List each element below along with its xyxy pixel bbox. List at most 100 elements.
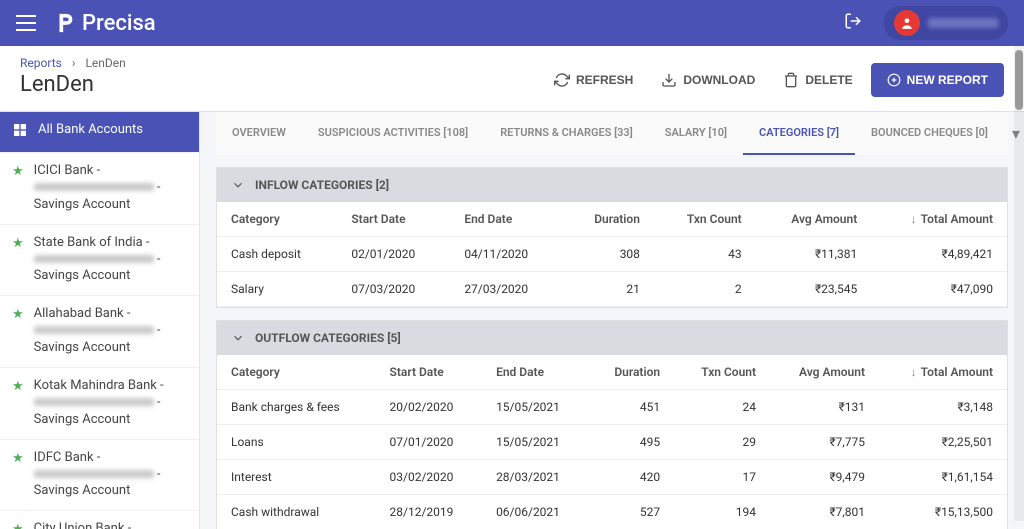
table-cell: 28/12/2019 — [376, 495, 483, 529]
table-cell: ₹2,25,501 — [879, 425, 1007, 460]
brand-logo[interactable]: Precisa — [54, 11, 156, 36]
table-header[interactable]: Category — [217, 355, 376, 390]
table-cell: 29 — [674, 425, 770, 460]
account-label: State Bank of India - - Savings Account — [34, 235, 187, 286]
table-cell: ₹3,148 — [879, 390, 1007, 425]
sidebar-item-account[interactable]: ★ Allahabad Bank - - Savings Account — [0, 296, 199, 368]
chevron-down-icon — [231, 331, 245, 345]
table-header[interactable]: ↓Total Amount — [871, 202, 1007, 237]
sidebar-item-account[interactable]: ★City Union Bank - — [0, 511, 199, 529]
refresh-button[interactable]: REFRESH — [544, 66, 643, 94]
scrollbar[interactable] — [1014, 46, 1024, 521]
table-header[interactable]: Start Date — [376, 355, 483, 390]
delete-button[interactable]: DELETE — [773, 66, 862, 94]
table-cell: 28/03/2021 — [482, 460, 589, 495]
table-header[interactable]: Txn Count — [654, 202, 756, 237]
sidebar-item-account[interactable]: ★ICICI Bank - - Savings Account — [0, 153, 199, 225]
new-report-button[interactable]: NEW REPORT — [871, 63, 1004, 97]
table-cell: 527 — [589, 495, 674, 529]
table-cell: 2 — [654, 272, 756, 307]
sidebar-item-all-accounts[interactable]: All Bank Accounts — [0, 112, 199, 153]
table-cell: 43 — [654, 237, 756, 272]
table-cell: ₹9,479 — [770, 460, 879, 495]
table-header[interactable]: End Date — [450, 202, 563, 237]
logout-icon[interactable] — [844, 12, 862, 34]
table-row[interactable]: Salary07/03/202027/03/2020212₹23,545₹47,… — [217, 272, 1007, 307]
table-header[interactable]: ↓Total Amount — [879, 355, 1007, 390]
table-cell: 420 — [589, 460, 674, 495]
inflow-section: INFLOW CATEGORIES [2] CategoryStart Date… — [216, 167, 1008, 308]
table-cell: Salary — [217, 272, 337, 307]
inflow-header[interactable]: INFLOW CATEGORIES [2] — [217, 168, 1007, 202]
tab[interactable]: OVERVIEW — [216, 112, 302, 155]
table-cell: Cash withdrawal — [217, 495, 376, 529]
breadcrumb: Reports › LenDen — [20, 56, 126, 70]
trash-icon — [783, 72, 799, 88]
table-header[interactable]: Txn Count — [674, 355, 770, 390]
download-button[interactable]: DOWNLOAD — [651, 66, 765, 94]
sort-desc-icon: ↓ — [911, 212, 917, 226]
table-row[interactable]: Bank charges & fees20/02/202015/05/20214… — [217, 390, 1007, 425]
table-cell: ₹15,13,500 — [879, 495, 1007, 529]
table-header[interactable]: Duration — [563, 202, 654, 237]
menu-icon[interactable] — [16, 15, 36, 31]
sidebar: All Bank Accounts ★ICICI Bank - - Saving… — [0, 112, 200, 529]
topbar: Precisa — [0, 0, 1024, 46]
sidebar-item-account[interactable]: ★Kotak Mahindra Bank - - Savings Account — [0, 368, 199, 440]
logo-icon — [54, 12, 76, 34]
table-row[interactable]: Cash withdrawal28/12/201906/06/202152719… — [217, 495, 1007, 529]
outflow-table: CategoryStart DateEnd DateDurationTxn Co… — [217, 355, 1007, 529]
account-label: Kotak Mahindra Bank - - Savings Account — [34, 378, 164, 429]
table-cell: ₹11,381 — [756, 237, 872, 272]
table-header[interactable]: Category — [217, 202, 337, 237]
table-cell: ₹1,61,154 — [879, 460, 1007, 495]
table-header[interactable]: Start Date — [337, 202, 450, 237]
tab[interactable]: BOUNCED CHEQUES [0] — [855, 112, 1004, 155]
table-cell: 194 — [674, 495, 770, 529]
table-cell: ₹7,801 — [770, 495, 879, 529]
table-cell: 03/02/2020 — [376, 460, 483, 495]
table-row[interactable]: Cash deposit02/01/202004/11/202030843₹11… — [217, 237, 1007, 272]
plus-circle-icon — [887, 73, 901, 87]
sidebar-item-account[interactable]: ★State Bank of India - - Savings Account — [0, 225, 199, 297]
table-cell: 07/01/2020 — [376, 425, 483, 460]
table-cell: 15/05/2021 — [482, 390, 589, 425]
main-content: OVERVIEWSUSPICIOUS ACTIVITIES [108]RETUR… — [200, 112, 1024, 529]
table-cell: 04/11/2020 — [450, 237, 563, 272]
table-cell: Loans — [217, 425, 376, 460]
sidebar-item-label: All Bank Accounts — [38, 122, 143, 139]
table-cell: 17 — [674, 460, 770, 495]
tab[interactable]: SALARY [10] — [649, 112, 743, 155]
account-label: City Union Bank - — [34, 521, 154, 529]
table-header[interactable]: Avg Amount — [770, 355, 879, 390]
account-label: Allahabad Bank - - Savings Account — [34, 306, 161, 357]
refresh-icon — [554, 72, 570, 88]
tab[interactable]: CATEGORIES [7] — [743, 112, 855, 155]
scrollbar-thumb[interactable] — [1015, 50, 1023, 110]
tab[interactable]: SUSPICIOUS ACTIVITIES [108] — [302, 112, 484, 155]
table-cell: 20/02/2020 — [376, 390, 483, 425]
tab[interactable]: RETURNS & CHARGES [33] — [484, 112, 649, 155]
table-header[interactable]: Duration — [589, 355, 674, 390]
outflow-header[interactable]: OUTFLOW CATEGORIES [5] — [217, 321, 1007, 355]
table-header[interactable]: End Date — [482, 355, 589, 390]
sidebar-item-account[interactable]: ★IDFC Bank - - Savings Account — [0, 440, 199, 512]
table-cell: Cash deposit — [217, 237, 337, 272]
table-cell: Bank charges & fees — [217, 390, 376, 425]
table-cell: 24 — [674, 390, 770, 425]
table-cell: 02/01/2020 — [337, 237, 450, 272]
user-chip[interactable] — [884, 6, 1008, 40]
grid-icon — [12, 122, 28, 142]
chevron-down-icon — [231, 178, 245, 192]
table-cell: ₹4,89,421 — [871, 237, 1007, 272]
brand-name: Precisa — [82, 11, 156, 36]
table-header[interactable]: Avg Amount — [756, 202, 872, 237]
tabs: OVERVIEWSUSPICIOUS ACTIVITIES [108]RETUR… — [216, 112, 1008, 155]
table-cell: 15/05/2021 — [482, 425, 589, 460]
avatar-icon — [894, 10, 920, 36]
breadcrumb-root[interactable]: Reports — [20, 56, 62, 70]
table-cell: ₹7,775 — [770, 425, 879, 460]
star-icon: ★ — [12, 307, 24, 322]
table-row[interactable]: Interest03/02/202028/03/202142017₹9,479₹… — [217, 460, 1007, 495]
table-row[interactable]: Loans07/01/202015/05/202149529₹7,775₹2,2… — [217, 425, 1007, 460]
